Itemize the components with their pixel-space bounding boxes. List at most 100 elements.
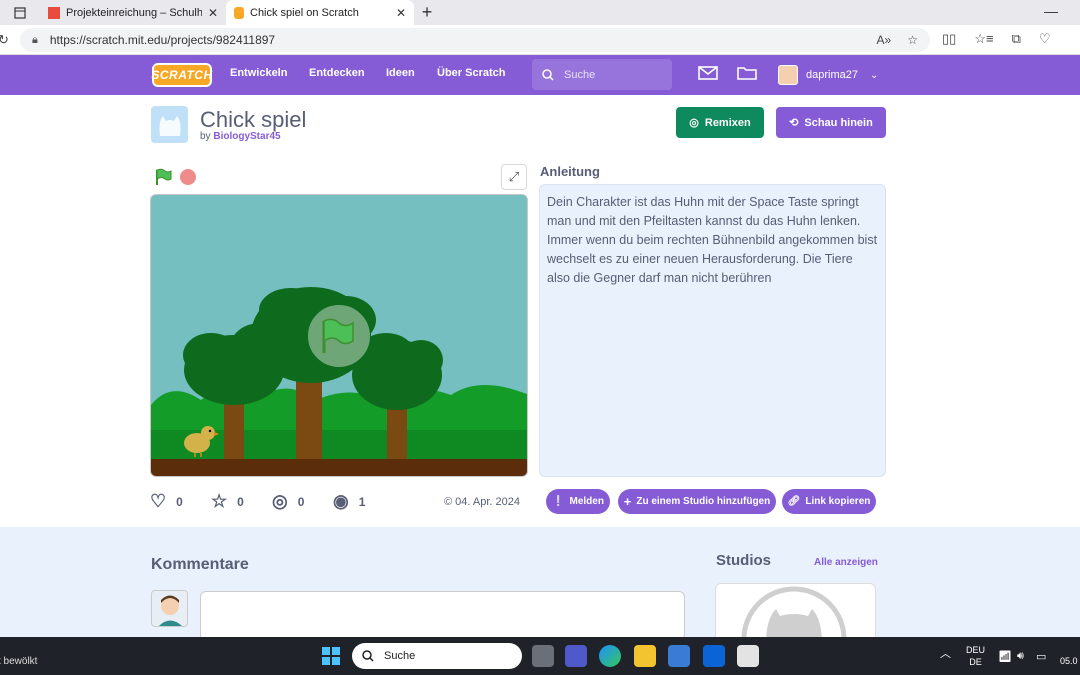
link-icon: 🔗︎ xyxy=(787,496,801,507)
nav-explore[interactable]: Entdecken xyxy=(309,67,365,79)
view-count: 1 xyxy=(358,494,366,509)
snipping-tool-icon[interactable] xyxy=(737,645,759,667)
see-inside-button[interactable]: ⟲ Schau hinein xyxy=(776,107,886,138)
browser-tab-2[interactable]: Chick spiel on Scratch ✕ xyxy=(226,0,414,25)
minimize-window-button[interactable]: — xyxy=(1044,3,1058,19)
copy-link-button[interactable]: 🔗︎ Link kopieren xyxy=(782,489,876,514)
task-view-icon[interactable] xyxy=(532,645,554,667)
store-icon[interactable] xyxy=(668,645,690,667)
read-aloud-icon[interactable]: A» xyxy=(877,33,892,47)
search-input[interactable]: Suche xyxy=(532,59,672,90)
close-tab-icon[interactable]: ✕ xyxy=(208,6,218,20)
taskbar-search-label: Suche xyxy=(384,650,416,662)
url-field[interactable]: 🔒︎ https://scratch.mit.edu/projects/9824… xyxy=(20,28,930,52)
project-date: © 04. Apr. 2024 xyxy=(444,496,520,508)
love-stat[interactable]: ♡ 0 xyxy=(150,491,211,512)
taskbar-search[interactable]: Suche xyxy=(352,643,522,669)
user-menu[interactable]: daprima27 ⌄ xyxy=(778,65,878,85)
add-to-studio-button[interactable]: + Zu einem Studio hinzufügen xyxy=(618,489,776,514)
nav-ideas[interactable]: Ideen xyxy=(386,67,415,79)
instructions-text: Dein Charakter ist das Huhn mit der Spac… xyxy=(539,184,886,477)
remix-stat: ◎ 0 xyxy=(272,491,333,512)
browser-tab-strip: Projekteinreichung – Schulhackath ✕ Chic… xyxy=(0,0,1080,25)
address-bar: ↻ 🔒︎ https://scratch.mit.edu/projects/98… xyxy=(0,25,1080,55)
favorite-star-icon[interactable]: ☆ xyxy=(907,33,918,47)
windows-start-icon[interactable] xyxy=(322,647,340,665)
nav-create[interactable]: Entwickeln xyxy=(230,67,287,79)
plus-icon: + xyxy=(623,494,632,509)
love-count: 0 xyxy=(176,494,183,509)
edge-browser-icon[interactable] xyxy=(599,645,621,667)
project-title: Chick spiel xyxy=(200,107,307,132)
comment-input[interactable] xyxy=(200,591,685,641)
tab-favicon-icon xyxy=(48,6,60,19)
browser-tab-1[interactable]: Projekteinreichung – Schulhackath ✕ xyxy=(40,0,226,25)
project-stage[interactable] xyxy=(150,194,528,477)
copy-link-label: Link kopieren xyxy=(805,496,871,507)
clock[interactable]: 05.0 xyxy=(1060,656,1078,666)
heart-icon: ♡ xyxy=(150,491,167,511)
mail-icon[interactable] xyxy=(703,645,725,667)
chevron-down-icon: ⌄ xyxy=(869,69,879,81)
favorite-stat[interactable]: ☆ 0 xyxy=(211,491,272,512)
tab-favicon-icon xyxy=(234,6,244,19)
new-tab-button[interactable]: + xyxy=(414,0,440,25)
favorites-icon[interactable]: ☆≡ xyxy=(974,31,993,47)
stage-scene xyxy=(151,195,527,476)
language-indicator[interactable]: DEU DE xyxy=(966,644,985,668)
collections-icon[interactable]: ⧉ xyxy=(1012,31,1021,47)
messages-icon[interactable] xyxy=(698,65,718,86)
file-explorer-icon[interactable] xyxy=(634,645,656,667)
project-stats: ♡ 0 ☆ 0 ◎ 0 ◉ 1 xyxy=(150,491,394,512)
report-button[interactable]: ❕ Melden xyxy=(546,489,610,514)
project-author-line: by BiologyStar45 xyxy=(200,131,281,142)
see-inside-icon: ⟲ xyxy=(789,117,799,129)
search-icon xyxy=(542,68,554,81)
date-text: 04. Apr. 2024 xyxy=(455,496,521,508)
nav-about[interactable]: Über Scratch xyxy=(437,67,505,79)
username: daprima27 xyxy=(806,69,858,81)
search-placeholder: Suche xyxy=(564,68,596,81)
green-flag-icon[interactable] xyxy=(154,168,172,186)
fullscreen-button[interactable]: ⤢ xyxy=(501,164,527,190)
weather-widget[interactable]: t bewölkt xyxy=(0,656,37,667)
avatar xyxy=(151,590,188,627)
by-label: by xyxy=(200,131,211,142)
reload-icon[interactable]: ↻ xyxy=(0,32,9,48)
view-all-studios-link[interactable]: Alle anzeigen xyxy=(814,557,878,568)
studios-heading: Studios xyxy=(716,552,771,569)
exclamation-icon: ❕ xyxy=(552,496,565,507)
remix-count: 0 xyxy=(297,494,305,509)
see-inside-label: Schau hinein xyxy=(804,116,873,129)
scratch-logo[interactable]: SCRATCH xyxy=(151,63,212,87)
tab-actions-icon[interactable] xyxy=(0,0,40,25)
copyright-icon: © xyxy=(444,496,453,508)
author-link[interactable]: BiologyStar45 xyxy=(213,131,280,142)
stop-button[interactable] xyxy=(180,169,196,185)
my-stuff-folder-icon[interactable] xyxy=(737,65,757,86)
wifi-icon[interactable]: 📶︎ xyxy=(998,650,1012,663)
browser-essentials-icon[interactable]: ♡ xyxy=(1039,31,1051,47)
remix-label: Remixen xyxy=(704,116,751,129)
favorite-count: 0 xyxy=(237,494,244,509)
volume-icon[interactable]: 🔊︎ xyxy=(1017,650,1024,663)
scratch-navbar: SCRATCH Entwickeln Entdecken Ideen Über … xyxy=(0,55,1080,95)
comments-heading: Kommentare xyxy=(151,556,249,573)
views-stat: ◉ 1 xyxy=(333,491,394,512)
search-icon xyxy=(362,650,374,662)
studio-card[interactable] xyxy=(715,583,876,643)
add-to-studio-label: Zu einem Studio hinzufügen xyxy=(636,496,771,507)
studio-thumbnail xyxy=(741,586,847,642)
tab-title: Chick spiel on Scratch xyxy=(250,6,359,19)
close-tab-icon[interactable]: ✕ xyxy=(396,6,406,20)
lock-icon[interactable]: 🔒︎ xyxy=(32,34,38,47)
chevron-up-icon[interactable]: ︿ xyxy=(940,645,951,661)
remix-icon: ◎ xyxy=(689,117,699,129)
remix-swirl-icon: ◎ xyxy=(272,491,288,511)
teams-icon[interactable] xyxy=(565,645,587,667)
report-label: Melden xyxy=(569,496,604,507)
remix-button[interactable]: ◎ Remixen xyxy=(676,107,764,138)
system-tray: ︿ xyxy=(940,645,951,661)
battery-icon[interactable]: ▭ xyxy=(1036,650,1046,663)
split-screen-icon[interactable]: ▯▯ xyxy=(942,31,956,47)
